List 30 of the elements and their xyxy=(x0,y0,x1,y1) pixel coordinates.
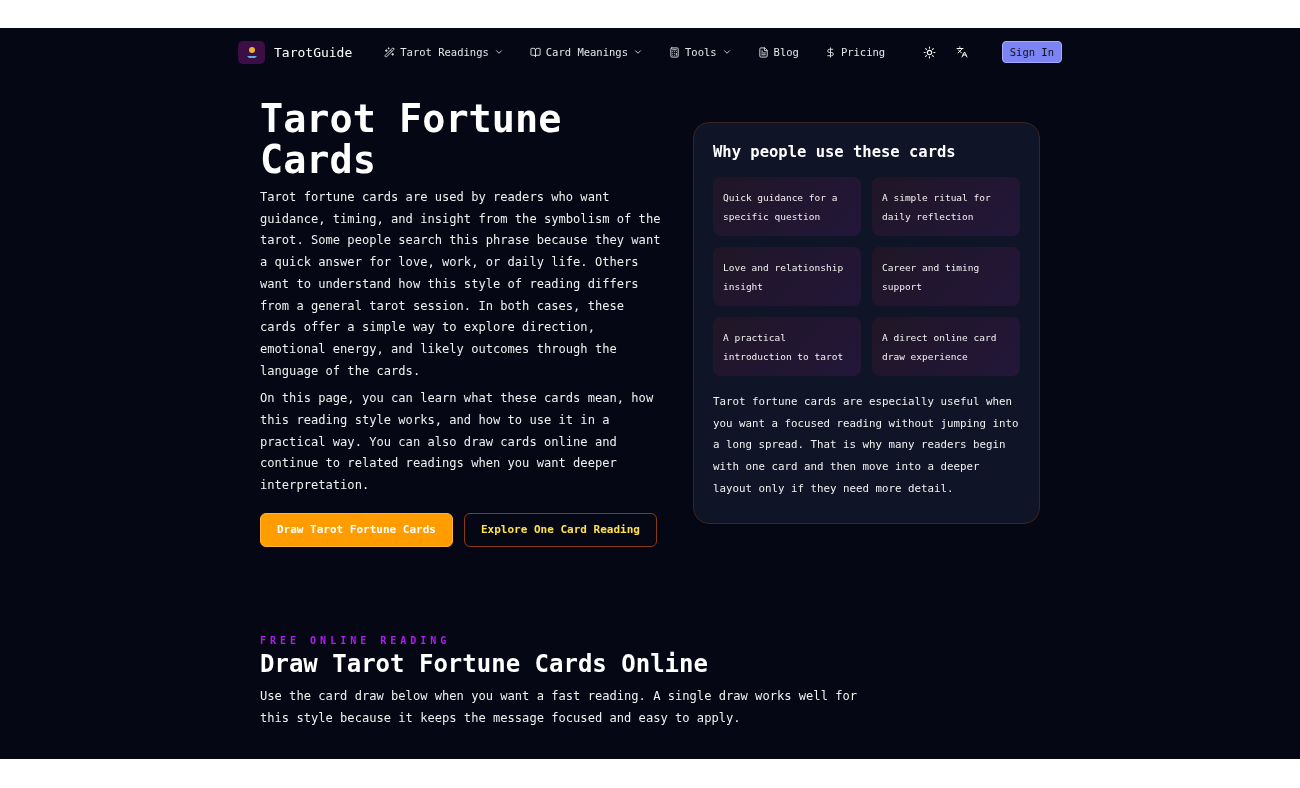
language-icon[interactable] xyxy=(955,46,968,58)
section-eyebrow: FREE ONLINE READING xyxy=(260,634,452,646)
reason-tile: A simple ritual for daily reflection xyxy=(872,177,1020,236)
sign-in-button[interactable]: Sign In xyxy=(1001,41,1062,63)
nav-link[interactable]: Tools xyxy=(669,46,732,58)
nav-link[interactable]: Blog xyxy=(757,46,799,58)
nav-link[interactable]: Tarot Readings xyxy=(384,46,504,58)
reason-tile: A direct online card draw experience xyxy=(872,317,1020,376)
document-icon xyxy=(757,46,769,58)
intro-paragraph: Tarot fortune cards are used by readers who want guidance, timing, and insight from the symbolism of the tarot. Some people search this phrase because they want a quick answer for love, work, or daily life. Others want to understand how this style of reading differs from a general tarot session. In both cases, these cards offer a simple way to explore direction, emotional energy, and likely outcomes through the language of the cards. xyxy=(260,189,662,380)
page-title: Tarot Fortune Cards xyxy=(260,98,563,180)
card-title: Why people use these cards xyxy=(713,143,957,161)
intro-paragraph: On this page, you can learn what these cards mean, how this reading style works, and how to use it in a practical way. You can also draw cards online and continue to related readings when you want deeper interpretation. xyxy=(260,390,655,495)
logo-icon[interactable] xyxy=(238,40,265,64)
brand-name: TarotGuide xyxy=(274,44,353,60)
dollar-icon xyxy=(824,46,836,58)
explore-button[interactable]: Explore One Card Reading xyxy=(463,512,657,547)
reason-tile: Quick guidance for a specific question xyxy=(713,177,861,236)
calculator-icon xyxy=(669,46,680,58)
nav-link[interactable]: Card Meanings xyxy=(529,46,643,58)
wand-icon xyxy=(384,46,396,58)
section-paragraph: Use the card draw below when you want a fast reading. A single draw works well for this style because it keeps the message focused and easy to apply. xyxy=(260,687,859,727)
section-title: Draw Tarot Fortune Cards Online xyxy=(260,649,709,678)
reason-tile: Career and timing support xyxy=(872,247,1020,306)
book-icon xyxy=(529,46,541,58)
card-paragraph: Tarot fortune cards are especially useful when you want a focused reading without jumping into a long spread. That is why many readers begin with one card and then move into a deeper layout only if they need more detail. xyxy=(713,394,1020,497)
nav-link[interactable]: Pricing xyxy=(824,46,886,58)
reason-tile: Love and relationship insight xyxy=(713,247,861,306)
reason-tile: A practical introduction to tarot xyxy=(713,317,861,376)
theme-toggle-icon[interactable] xyxy=(922,45,936,59)
